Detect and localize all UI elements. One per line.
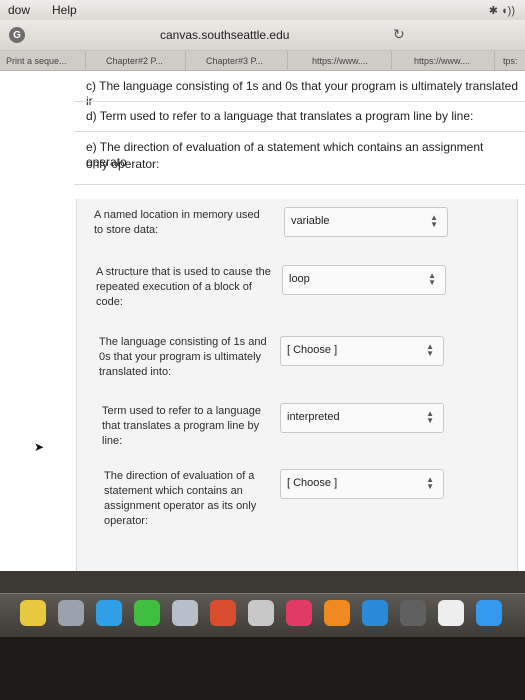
- divider: [74, 101, 525, 102]
- browser-toolbar: G canvas.southseattle.edu ↻: [0, 20, 525, 51]
- dock-app-icon[interactable]: [248, 600, 274, 626]
- selected-value: interpreted: [287, 411, 340, 423]
- selected-value: [ Choose ]: [287, 477, 338, 489]
- prompt-line: A named location in memory used: [94, 209, 260, 221]
- updown-arrows-icon: ▲ ▼: [426, 342, 434, 358]
- prompt-line: The language consisting of 1s and: [99, 336, 267, 348]
- dock-app-icon[interactable]: [210, 600, 236, 626]
- laptop-bezel: [0, 637, 525, 700]
- dock-app-icon[interactable]: [286, 600, 312, 626]
- question-e-line2: only operator:: [86, 157, 160, 171]
- dock-app-icon[interactable]: [324, 600, 350, 626]
- answer-select-2[interactable]: loop ▲ ▼: [282, 265, 446, 295]
- match-prompt-3: The language consisting of 1s and 0s tha…: [99, 335, 267, 380]
- screen-bezel-strip: [0, 571, 525, 593]
- tab-print-sequence[interactable]: Print a seque...: [0, 51, 86, 70]
- updown-arrows-icon: ▲ ▼: [428, 271, 436, 287]
- menu-window[interactable]: dow: [8, 3, 30, 17]
- prompt-line: The direction of evaluation of a: [104, 470, 255, 482]
- dock-app-icon[interactable]: [20, 600, 46, 626]
- os-menubar: dow Help ✱ ◖)): [0, 0, 525, 20]
- tab-bar: Print a seque... Chapter#2 P... Chapter#…: [0, 51, 525, 71]
- answer-select-3[interactable]: [ Choose ] ▲ ▼: [280, 336, 444, 366]
- prompt-line: that translates a program line by: [102, 420, 260, 432]
- prompt-line: A structure that is used to cause the: [96, 266, 271, 278]
- updown-arrows-icon: ▲ ▼: [426, 409, 434, 425]
- match-prompt-4: Term used to refer to a language that tr…: [102, 404, 261, 449]
- prompt-line: translated into:: [99, 366, 172, 378]
- prompt-line: to store data:: [94, 224, 159, 236]
- prompt-line: operator:: [104, 515, 149, 527]
- prompt-line: Term used to refer to a language: [102, 405, 261, 417]
- os-dock: [0, 593, 525, 638]
- dock-app-icon[interactable]: [134, 600, 160, 626]
- match-prompt-5: The direction of evaluation of a stateme…: [104, 469, 256, 529]
- dock-app-icon[interactable]: [438, 600, 464, 626]
- prompt-line: repeated execution of a block of: [96, 281, 252, 293]
- question-d: d) Term used to refer to a language that…: [86, 109, 474, 123]
- tab-chapter2[interactable]: Chapter#2 P...: [86, 51, 186, 70]
- match-prompt-1: A named location in memory used to store…: [94, 208, 260, 238]
- match-prompt-2: A structure that is used to cause the re…: [96, 265, 271, 310]
- prompt-line: 0s that your program is ultimately: [99, 351, 262, 363]
- updown-arrows-icon: ▲ ▼: [426, 475, 434, 491]
- page-content: c) The language consisting of 1s and 0s …: [0, 71, 525, 583]
- reload-icon[interactable]: ↻: [393, 26, 405, 43]
- url-domain[interactable]: canvas.southseattle.edu: [160, 28, 289, 42]
- dock-app-icon[interactable]: [172, 600, 198, 626]
- tab-https-1[interactable]: https://www....: [288, 51, 392, 70]
- dock-app-icon[interactable]: [58, 600, 84, 626]
- answer-select-5[interactable]: [ Choose ] ▲ ▼: [280, 469, 444, 499]
- tab-chapter3[interactable]: Chapter#3 P...: [186, 51, 288, 70]
- divider: [74, 131, 525, 132]
- prompt-line: line:: [102, 435, 123, 447]
- menu-help[interactable]: Help: [52, 3, 77, 17]
- dock-app-icon[interactable]: [362, 600, 388, 626]
- tab-https-2[interactable]: https://www....: [392, 51, 495, 70]
- divider: [74, 184, 525, 185]
- prompt-line: assignment operator as its only: [104, 500, 257, 512]
- dock-app-icon[interactable]: [400, 600, 426, 626]
- selected-value: variable: [291, 215, 330, 227]
- question-c: c) The language consisting of 1s and 0s …: [86, 79, 519, 108]
- prompt-line: statement which contains an: [104, 485, 243, 497]
- dock-app-icon[interactable]: [96, 600, 122, 626]
- status-icons: ✱ ◖)): [488, 4, 515, 17]
- tab-partial[interactable]: tps:: [495, 51, 525, 70]
- google-g-icon[interactable]: G: [9, 27, 25, 43]
- selected-value: loop: [289, 273, 310, 285]
- answer-select-1[interactable]: variable ▲ ▼: [284, 207, 448, 237]
- updown-arrows-icon: ▲ ▼: [430, 213, 438, 229]
- answer-select-4[interactable]: interpreted ▲ ▼: [280, 403, 444, 433]
- mouse-cursor-icon: ➤: [34, 440, 45, 454]
- dock-app-icon[interactable]: [476, 600, 502, 626]
- selected-value: [ Choose ]: [287, 344, 338, 356]
- prompt-line: code:: [96, 296, 123, 308]
